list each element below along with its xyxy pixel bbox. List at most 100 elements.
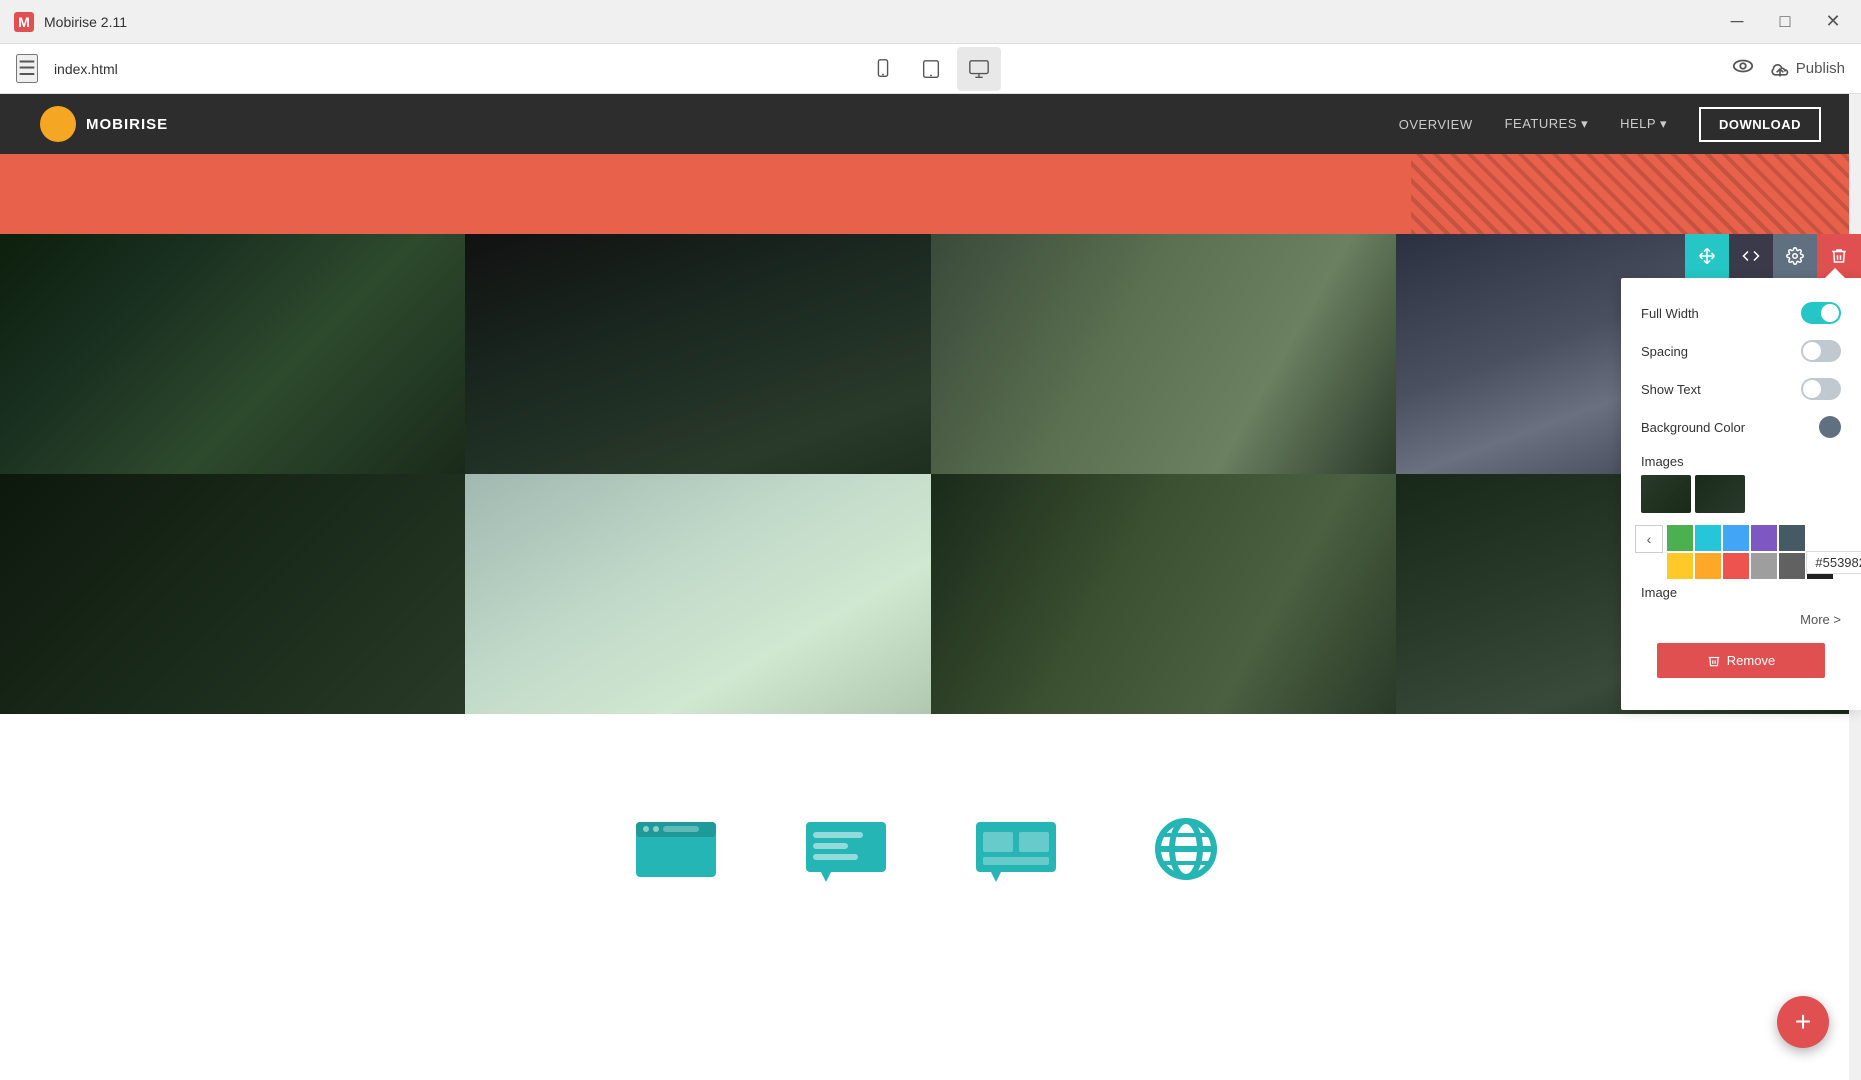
photo-cell-6 [465, 474, 930, 714]
toolbar-right: Publish [1732, 55, 1845, 83]
photo-gallery-block: Full Width Spacing Show Text Background … [0, 234, 1861, 714]
images-section-label: Images [1641, 454, 1841, 469]
photo-bg-7 [931, 474, 1396, 714]
app-title: Mobirise 2.11 [44, 14, 127, 30]
gear-icon [1786, 247, 1804, 265]
show-text-toggle[interactable] [1801, 378, 1841, 400]
color-cell-blue[interactable] [1723, 525, 1749, 551]
app-logo-icon: M [12, 10, 36, 34]
device-selector [861, 47, 1001, 91]
diagonal-pattern [1411, 154, 1861, 234]
toolbar: ☰ index.html [0, 44, 1861, 94]
photo-bg-1 [0, 234, 465, 474]
minimize-button[interactable]: ─ [1721, 6, 1753, 38]
feature-icon-browser [631, 817, 721, 882]
fab-icon: + [1795, 1006, 1811, 1038]
toggle-knob-full-width [1821, 304, 1839, 322]
window-controls: ─ □ ✕ [1721, 6, 1849, 38]
remove-button[interactable]: Remove [1657, 643, 1825, 678]
photo-cell-7 [931, 474, 1396, 714]
hex-value-label: #553982 [1806, 551, 1861, 574]
publish-label: Publish [1796, 60, 1845, 77]
image-label: Image [1641, 585, 1677, 600]
app-logo: M Mobirise 2.11 [12, 10, 127, 34]
image-thumb-1[interactable] [1641, 475, 1691, 513]
block-code-button[interactable] [1729, 234, 1773, 278]
spacing-toggle[interactable] [1801, 340, 1841, 362]
hamburger-menu-button[interactable]: ☰ [16, 54, 38, 83]
more-link[interactable]: More > [1621, 608, 1861, 635]
photo-grid [0, 234, 1861, 714]
photo-cell-2 [465, 234, 930, 474]
color-cell-yellow[interactable] [1667, 553, 1693, 579]
publish-button[interactable]: Publish [1770, 59, 1845, 79]
nav-link-help[interactable]: HELP ▾ [1620, 116, 1667, 132]
feature-icon-2 [801, 817, 891, 882]
close-button[interactable]: ✕ [1817, 6, 1849, 38]
color-cell-gray[interactable] [1751, 553, 1777, 579]
show-text-label: Show Text [1641, 382, 1701, 397]
color-cell-purple[interactable] [1751, 525, 1777, 551]
image-row: Image [1621, 579, 1861, 608]
feature-icon-4 [1141, 817, 1231, 882]
remove-section: Remove [1621, 643, 1861, 710]
color-picker-row: ‹ [1621, 521, 1861, 579]
title-bar: M Mobirise 2.11 ─ □ ✕ [0, 0, 1861, 44]
photo-bg-6 [465, 474, 930, 714]
color-picker-section: ‹ [1621, 521, 1861, 579]
site-nav-links: OVERVIEW FEATURES ▾ HELP ▾ DOWNLOAD [1399, 107, 1821, 142]
feature-icon-dashboard [971, 817, 1061, 882]
add-block-fab[interactable]: + [1777, 996, 1829, 1048]
image-thumb-2[interactable] [1695, 475, 1745, 513]
spacing-label: Spacing [1641, 344, 1688, 359]
code-icon [1742, 247, 1760, 265]
nav-download-button[interactable]: DOWNLOAD [1699, 107, 1821, 142]
color-cell-red[interactable] [1723, 553, 1749, 579]
features-section [0, 714, 1861, 984]
block-move-button[interactable] [1685, 234, 1729, 278]
tablet-device-button[interactable] [909, 47, 953, 91]
photo-cell-3 [931, 234, 1396, 474]
block-settings-button[interactable] [1773, 234, 1817, 278]
color-cell-cyan[interactable] [1695, 525, 1721, 551]
eye-icon [1732, 55, 1754, 77]
site-logo: MOBIRISE [40, 106, 168, 142]
more-link-text: More > [1800, 612, 1841, 627]
nav-link-features[interactable]: FEATURES ▾ [1505, 116, 1589, 132]
tablet-icon [920, 58, 942, 80]
remove-label: Remove [1727, 653, 1775, 668]
full-width-row: Full Width [1621, 294, 1861, 332]
desktop-icon [968, 58, 990, 80]
color-prev-button[interactable]: ‹ [1635, 525, 1663, 553]
images-section: Images [1621, 446, 1861, 517]
photo-bg-5 [0, 474, 465, 714]
panel-arrow [1825, 268, 1845, 278]
bg-color-swatch[interactable] [1819, 416, 1841, 438]
cloud-upload-icon [1770, 59, 1790, 79]
photo-bg-2 [465, 234, 930, 474]
nav-link-overview[interactable]: OVERVIEW [1399, 117, 1473, 132]
site-logo-text: MOBIRISE [86, 116, 168, 133]
full-width-toggle[interactable] [1801, 302, 1841, 324]
preview-button[interactable] [1732, 55, 1754, 83]
feature-icon-globe [1141, 817, 1231, 882]
photo-bg-3 [931, 234, 1396, 474]
color-cell-darkgray[interactable] [1779, 553, 1805, 579]
settings-panel: Full Width Spacing Show Text Background … [1621, 278, 1861, 710]
color-cell-slate[interactable] [1779, 525, 1805, 551]
svg-text:M: M [18, 14, 30, 30]
color-cell-empty2 [1835, 525, 1861, 551]
color-cell-green[interactable] [1667, 525, 1693, 551]
color-grid-wrap: #553982 [1663, 525, 1861, 579]
desktop-device-button[interactable] [957, 47, 1001, 91]
feature-icon-1 [631, 817, 721, 882]
mobile-device-button[interactable] [861, 47, 905, 91]
color-cell-orange[interactable] [1695, 553, 1721, 579]
photo-cell-1 [0, 234, 465, 474]
main-content: MOBIRISE OVERVIEW FEATURES ▾ HELP ▾ DOWN… [0, 94, 1861, 1080]
site-logo-icon [40, 106, 76, 142]
file-name-label: index.html [54, 61, 118, 77]
spacing-row: Spacing [1621, 332, 1861, 370]
toggle-knob-show-text [1803, 380, 1821, 398]
maximize-button[interactable]: □ [1769, 6, 1801, 38]
